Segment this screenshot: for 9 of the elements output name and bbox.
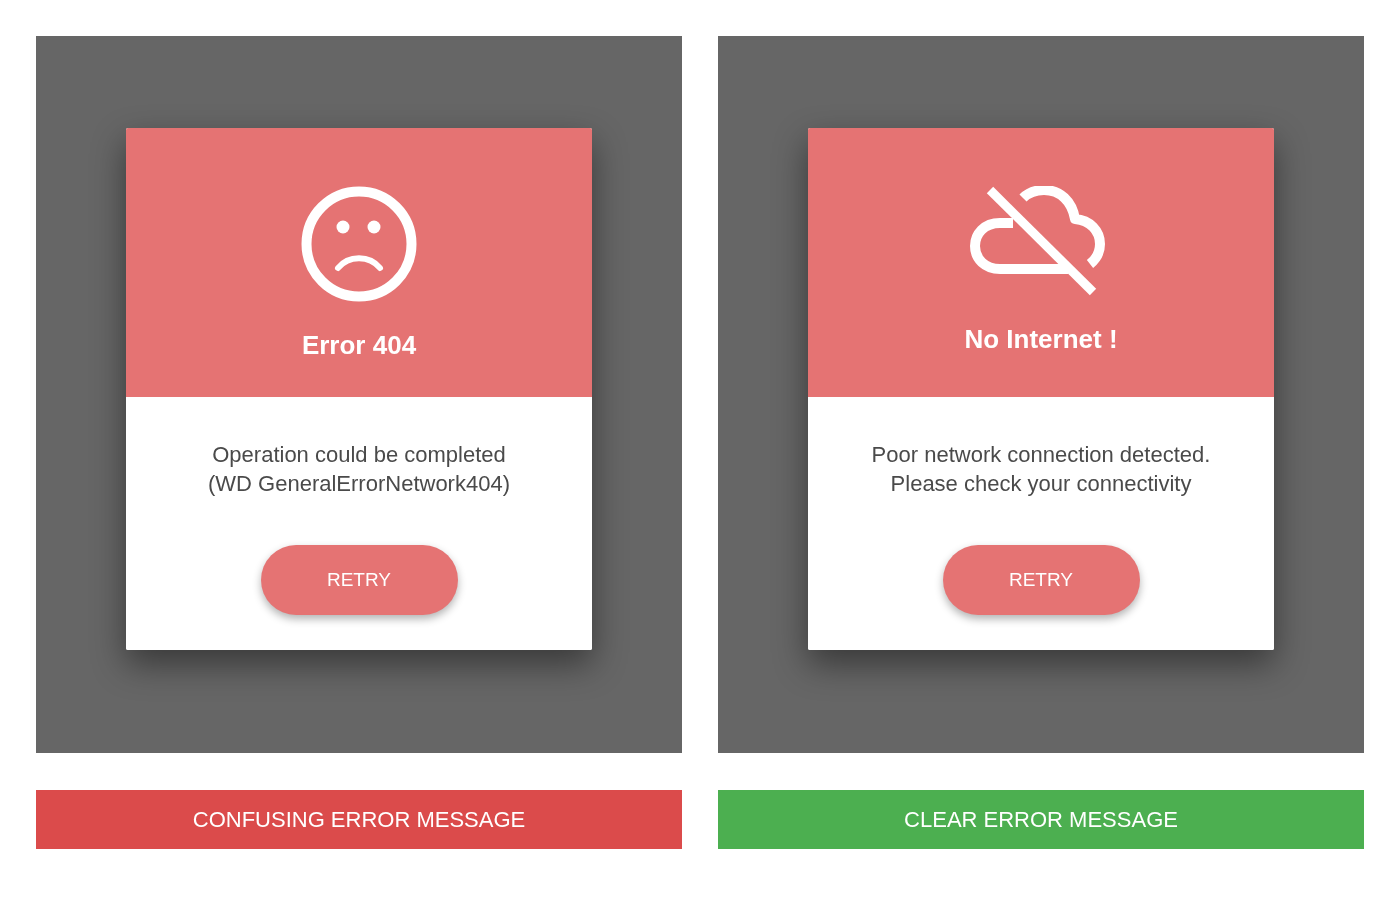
caption-label: CONFUSING ERROR MESSAGE — [36, 790, 682, 849]
retry-button[interactable]: RETRY — [942, 545, 1140, 615]
error-message: Operation could be completed (WD GeneralErrorNetwork404) — [208, 441, 510, 498]
dialog-title: No Internet ! — [964, 323, 1118, 355]
caption-label: CLEAR ERROR MESSAGE — [718, 790, 1364, 849]
dialog-title: Error 404 — [301, 329, 417, 361]
error-message: Poor network connection detected. Please check your connectivity — [871, 441, 1211, 498]
sad-face-icon — [301, 186, 417, 302]
retry-button[interactable]: RETRY — [260, 545, 458, 615]
